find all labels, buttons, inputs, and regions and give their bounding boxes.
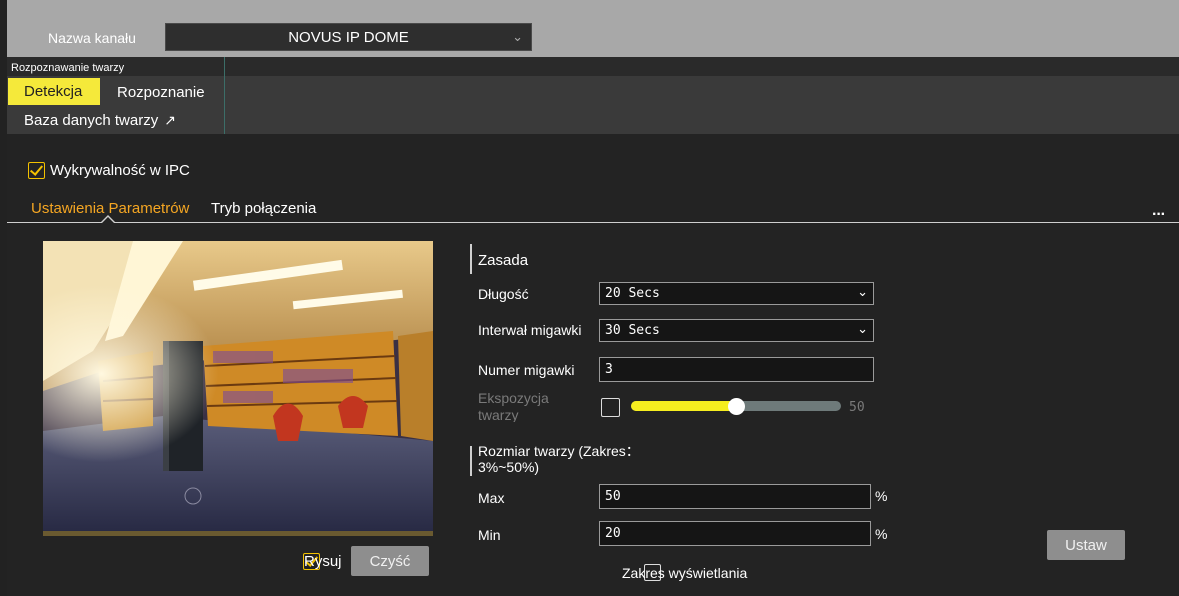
section-marker bbox=[470, 244, 472, 274]
channel-label: Nazwa kanału bbox=[48, 30, 136, 46]
tab-connection-mode[interactable]: Tryb połączenia bbox=[211, 200, 316, 217]
face-database-link[interactable]: Baza danych twarzy ↗ bbox=[24, 112, 176, 129]
section-marker bbox=[470, 446, 472, 476]
more-options-icon[interactable]: ··· bbox=[1152, 206, 1166, 224]
menu-divider bbox=[224, 57, 225, 134]
min-size-input[interactable]: 20 bbox=[599, 521, 871, 546]
active-tab-caret-inner bbox=[101, 217, 115, 224]
snapshot-number-label: Numer migawki bbox=[478, 362, 575, 378]
chevron-down-icon: ⌄ bbox=[512, 29, 523, 44]
draw-label: Rysuj bbox=[304, 553, 342, 570]
chevron-down-icon: ⌄ bbox=[857, 285, 868, 300]
face-recognition-header bbox=[7, 57, 1179, 76]
duration-value: 20 Secs bbox=[605, 286, 660, 301]
face-recognition-title: Rozpoznawanie twarzy bbox=[11, 62, 125, 74]
max-size-input[interactable]: 50 bbox=[599, 484, 871, 509]
face-database-label: Baza danych twarzy bbox=[24, 112, 159, 129]
camera-preview-image bbox=[43, 241, 433, 536]
ipc-detection-label: Wykrywalność w IPC bbox=[50, 162, 190, 179]
face-exposure-label: Ekspozycja twarzy bbox=[478, 390, 549, 422]
exposure-slider-handle[interactable] bbox=[728, 398, 745, 415]
min-label: Min bbox=[478, 527, 501, 543]
duration-select[interactable]: 20 Secs ⌄ bbox=[599, 282, 874, 305]
max-label: Max bbox=[478, 490, 505, 506]
min-unit: % bbox=[875, 526, 888, 542]
ipc-detection-checkbox[interactable] bbox=[28, 162, 45, 179]
snapshot-interval-value: 30 Secs bbox=[605, 323, 660, 338]
tab-recognition[interactable]: Rozpoznanie bbox=[117, 84, 205, 101]
snapshot-interval-select[interactable]: 30 Secs ⌄ bbox=[599, 319, 874, 342]
channel-select[interactable]: NOVUS IP DOME ⌄ bbox=[165, 23, 532, 51]
tab-underline bbox=[7, 222, 1179, 223]
chevron-down-icon: ⌄ bbox=[857, 322, 868, 337]
external-link-icon: ↗ bbox=[164, 112, 176, 128]
snapshot-interval-label: Interwał migawki bbox=[478, 322, 582, 338]
rule-section-title: Zasada bbox=[478, 252, 529, 269]
exposure-slider-fill bbox=[631, 401, 736, 411]
face-exposure-checkbox[interactable] bbox=[601, 398, 620, 417]
set-button[interactable]: Ustaw bbox=[1047, 530, 1125, 560]
face-size-section-title: Rozmiar twarzy (Zakres：3%~50%) bbox=[478, 443, 640, 475]
snapshot-number-input[interactable]: 3 bbox=[599, 357, 874, 382]
max-unit: % bbox=[875, 488, 888, 504]
duration-label: Długość bbox=[478, 286, 529, 302]
channel-select-value: NOVUS IP DOME bbox=[288, 28, 409, 46]
exposure-value: 50 bbox=[849, 400, 865, 415]
display-range-label: Zakres wyświetlania bbox=[622, 565, 748, 581]
camera-preview[interactable] bbox=[43, 241, 433, 536]
clear-button[interactable]: Czyść bbox=[351, 546, 429, 576]
tab-detection[interactable]: Detekcja bbox=[8, 78, 100, 105]
